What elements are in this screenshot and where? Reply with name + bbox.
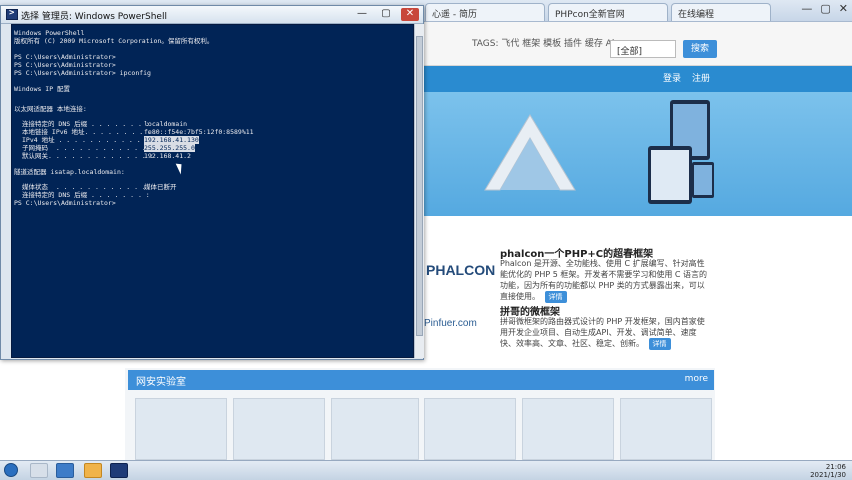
login-link[interactable]: 登录	[660, 71, 684, 87]
console-line: 版权所有 (C) 2009 Microsoft Corporation。保留所有…	[14, 37, 214, 45]
console-line: Windows PowerShell	[14, 29, 85, 37]
console-line: Windows IP 配置	[14, 85, 71, 93]
browser-tab-2[interactable]: PHPcon全新官网	[548, 3, 668, 21]
ip-field-key: 媒体状态 . . . . . . . . . . . . :	[22, 183, 154, 191]
register-link[interactable]: 注册	[689, 71, 713, 87]
tags-text[interactable]: TAGS: 飞代 框架 模板 插件 缓存 Ajax	[472, 36, 625, 49]
powershell-titlebar[interactable]: 选择 管理员: Windows PowerShell — ▢ ✕	[1, 6, 423, 24]
browser-tab-3[interactable]: 在线编程	[671, 3, 771, 21]
console-prompt: PS C:\Users\Administrator>	[14, 199, 116, 207]
impossible-triangle-graphic	[484, 114, 576, 191]
lab-thumbnail[interactable]	[424, 398, 516, 460]
feature-2-more-button[interactable]: 详情	[648, 338, 671, 350]
powershell-window-controls: — ▢ ✕	[353, 8, 419, 21]
ip-field-value: 192.168.41.2	[144, 152, 191, 160]
lab-header-title: 网安实验室	[136, 377, 186, 388]
ip-field-value: fe80::f54e:7bf5:12f0:8589%11	[144, 128, 254, 136]
taskbar-powershell-icon[interactable]	[110, 463, 128, 478]
ip-field-value: 媒体已断开	[144, 183, 177, 191]
console-scrollbar[interactable]	[414, 24, 424, 358]
taskbar-app-icon[interactable]	[30, 463, 48, 478]
console-line: PS C:\Users\Administrator> ipconfig	[14, 69, 151, 77]
ip-field-value: localdomain	[144, 120, 188, 128]
feature-1-desc-text: Phalcon 是开源、全功能栈、使用 C 扩展编写、针对高性能优化的 PHP …	[500, 259, 708, 301]
lab-more-link[interactable]: more	[685, 374, 708, 384]
ip-field-key: 子网掩码 . . . . . . . . . . . . :	[22, 144, 154, 152]
desktop: 心遥 - 简历 PHPcon全新官网 在线编程 — ▢ ✕ TAGS: 飞代 框…	[0, 0, 852, 480]
close-button[interactable]: ✕	[401, 8, 419, 21]
start-button[interactable]	[4, 463, 18, 477]
ip-field-key: 本地链接 IPv6 地址. . . . . . . . :	[22, 128, 152, 136]
clock-time: 21:06	[825, 463, 846, 471]
devices-graphic	[648, 100, 714, 204]
feature-1-desc: Phalcon 是开源、全功能栈、使用 C 扩展编写、针对高性能优化的 PHP …	[500, 258, 710, 303]
feature-2-desc: 拼哥微框架的路由器式设计的 PHP 开发框架，国内首家使用开发企业项目、自动生成…	[500, 316, 710, 350]
browser-minimize-button[interactable]: —	[801, 2, 812, 15]
browser-close-button[interactable]: ✕	[839, 2, 848, 15]
console-scrollbar-thumb[interactable]	[416, 36, 423, 336]
minimize-button[interactable]: —	[353, 8, 371, 21]
browser-tab-1[interactable]: 心遥 - 简历	[425, 3, 545, 21]
lab-header: 网安实验室 more	[128, 370, 714, 390]
console-output[interactable]: Windows PowerShell 版权所有 (C) 2009 Microso…	[11, 24, 414, 358]
taskbar-explorer-icon[interactable]	[56, 463, 74, 478]
console-line: PS C:\Users\Administrator>	[14, 53, 116, 61]
clock-date: 2021/1/30	[810, 471, 846, 479]
taskbar: 21:06 2021/1/30	[0, 460, 852, 480]
powershell-icon	[6, 8, 18, 20]
ip-field-value: 255.255.255.0	[144, 144, 195, 152]
pinfuer-logo: Pinfuer.com	[424, 318, 477, 329]
search-button[interactable]: 搜索	[683, 40, 717, 58]
powershell-window: 选择 管理员: Windows PowerShell — ▢ ✕ Windows…	[0, 5, 424, 360]
console-line: 以太网适配器 本地连接:	[14, 105, 87, 113]
lab-thumbnail[interactable]	[331, 398, 419, 460]
taskbar-folder-icon[interactable]	[84, 463, 102, 478]
lab-thumbnail[interactable]	[522, 398, 614, 460]
console-line: PS C:\Users\Administrator>	[14, 61, 116, 69]
browser-maximize-button[interactable]: ▢	[820, 2, 830, 15]
browser-window-controls: — ▢ ✕	[801, 2, 848, 15]
ip-field-key: 连接特定的 DNS 后缀 . . . . . . . :	[22, 120, 150, 128]
ip-field-value: 192.168.41.130	[144, 136, 199, 144]
phalcon-logo: PHALCON	[426, 262, 496, 278]
console-line: 隧道适配器 isatap.localdomain:	[14, 168, 125, 176]
maximize-button[interactable]: ▢	[377, 8, 395, 21]
ip-field-key: IPv4 地址 . . . . . . . . . . . . :	[22, 136, 157, 144]
lab-thumbnail[interactable]	[620, 398, 712, 460]
ipv4-address-selected: 192.168.41.130	[144, 136, 199, 144]
ip-field-key: 连接特定的 DNS 后缀 . . . . . . . :	[22, 191, 150, 199]
ip-field-key: 默认网关. . . . . . . . . . . . . :	[22, 152, 154, 160]
subnet-mask-selected: 255.255.255.0	[144, 144, 195, 152]
feature-1-more-button[interactable]: 详情	[544, 291, 567, 303]
feature-2-desc-text: 拼哥微框架的路由器式设计的 PHP 开发框架，国内首家使用开发企业项目、自动生成…	[500, 317, 705, 348]
lab-thumbnail[interactable]	[135, 398, 227, 460]
lab-thumbnail[interactable]	[233, 398, 325, 460]
category-select[interactable]: [全部]	[610, 40, 676, 58]
powershell-title: 选择 管理员: Windows PowerShell	[21, 12, 167, 22]
system-tray-clock[interactable]: 21:06 2021/1/30	[810, 463, 846, 479]
